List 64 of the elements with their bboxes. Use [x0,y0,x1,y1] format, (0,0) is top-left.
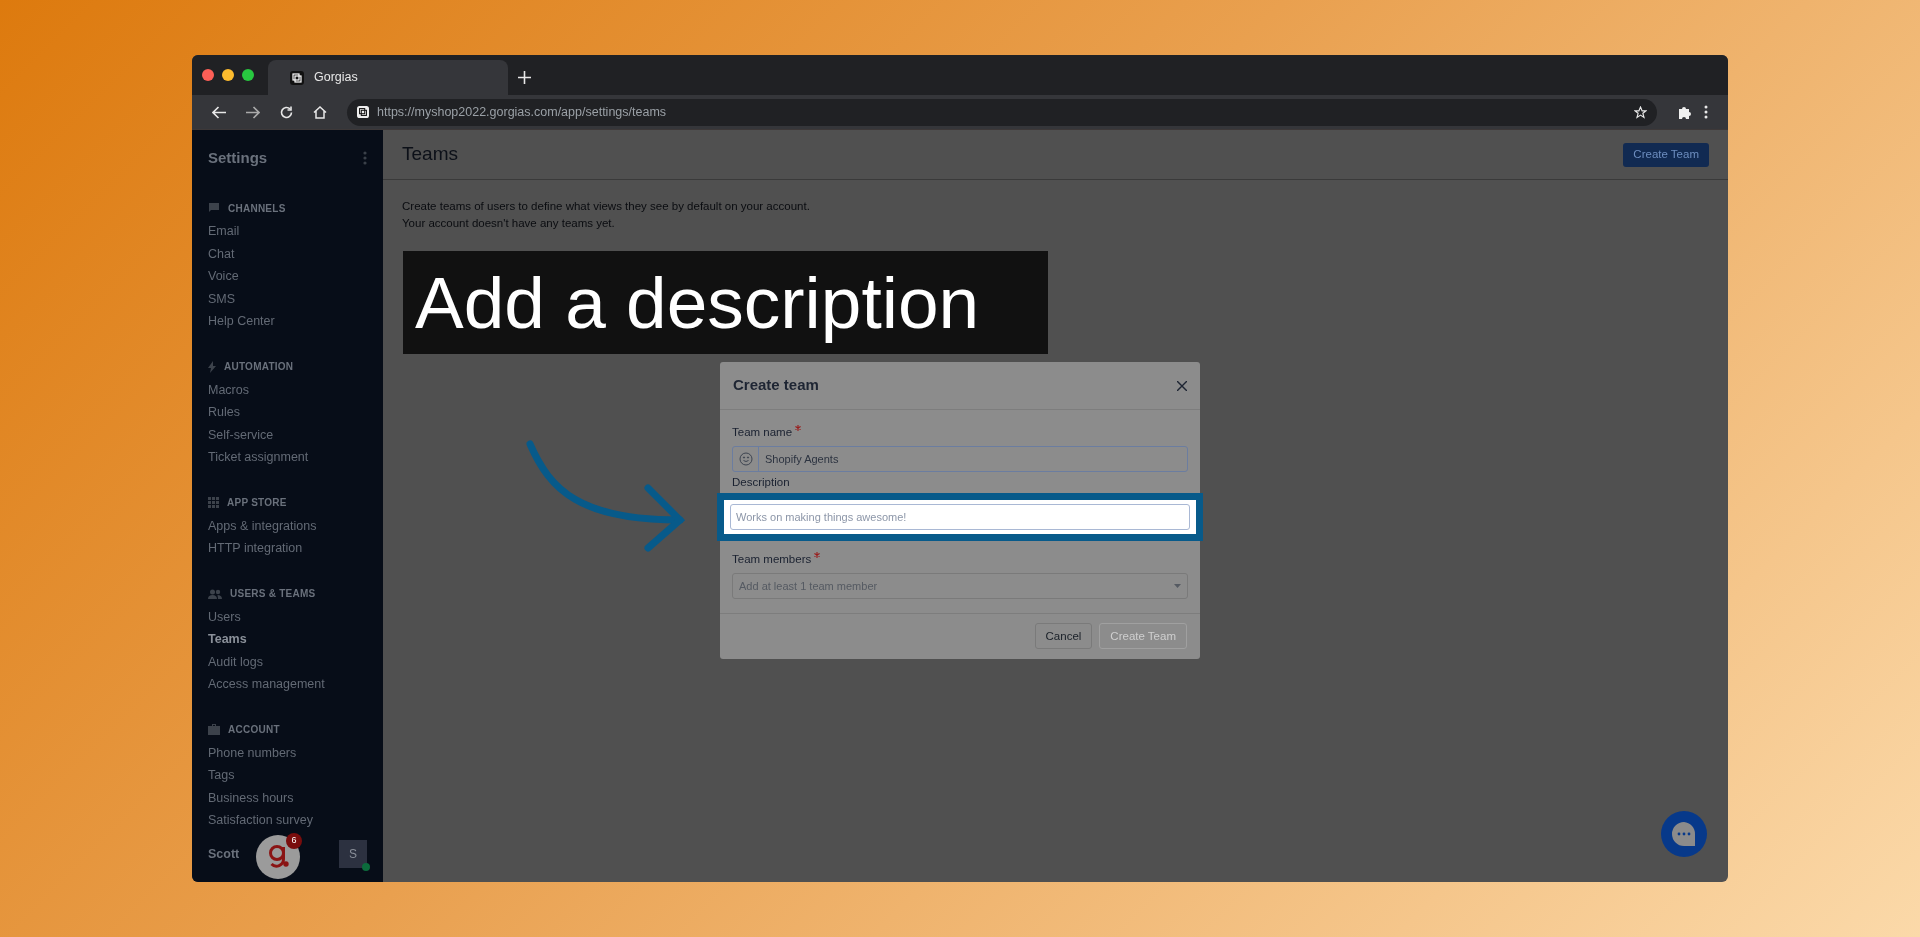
description-text: Create teams of users to define what views they see by default on your account. [402,199,811,214]
puzzle-icon[interactable] [1677,104,1692,120]
sidebar-item[interactable]: Teams [192,628,263,651]
close-icon[interactable] [1177,380,1187,391]
site-icon [357,106,369,118]
sidebar-item[interactable]: Help Center [192,310,291,333]
create-team-button[interactable]: Create Team [1623,142,1709,167]
sidebar-item[interactable]: Access management [192,673,341,696]
browser-tab[interactable]: Gorgias [268,60,508,95]
forward-icon[interactable] [246,105,260,119]
sidebar-item[interactable]: Audit logs [192,650,279,673]
sidebar-item[interactable]: Business hours [192,786,310,809]
more-icon[interactable] [1704,105,1708,119]
briefcase-icon [208,724,220,735]
sidebar-item[interactable]: Apps & integrations [192,514,333,537]
home-icon[interactable] [313,105,327,119]
sidebar-item[interactable]: Rules [192,401,256,424]
section-heading: USERS & TEAMS [230,587,316,601]
section-heading: ACCOUNT [228,723,280,737]
chat-icon [208,202,220,214]
user-avatar[interactable]: S [339,840,367,868]
url-text: https://myshop2022.gorgias.com/app/settings/teams [377,103,668,121]
people-icon [208,588,222,599]
sidebar-item[interactable]: SMS [192,287,252,310]
notification-badge: 6 [286,833,302,849]
section-heading: AUTOMATION [224,360,294,374]
sidebar-item[interactable]: Self-service [192,423,290,446]
field-label: Team name [732,425,793,440]
sidebar-item[interactable]: Macros [192,378,265,401]
cancel-button[interactable]: Cancel [1034,623,1093,650]
star-icon[interactable] [1634,105,1647,119]
sidebar-item[interactable]: Tags [192,764,251,787]
page-icon [290,70,304,85]
field-label: Description [732,475,790,491]
grid-icon [208,497,219,508]
description-text: Your account doesn't have any teams yet. [402,216,616,231]
text-field[interactable]: Shopify Agents [732,446,1188,473]
sidebar-item[interactable]: Chat [192,242,251,265]
sidebar-item[interactable]: HTTP integration [192,537,319,560]
sidebar-item[interactable]: Ticket assignment [192,446,325,469]
g-logo-icon [267,844,289,870]
sidebar-item[interactable]: Phone numbers [192,741,313,764]
back-icon[interactable] [212,105,226,119]
caption-banner: Add a description [403,251,1048,354]
modal-title: Create team [733,375,819,396]
section-heading: CHANNELS [228,201,286,216]
sidebar-item[interactable]: Users [192,605,257,628]
new-tab-icon[interactable] [518,71,531,84]
lightning-icon [208,360,216,373]
sidebar-item[interactable]: Voice [192,265,255,288]
user-name: Scott [208,845,240,863]
chat-icon [1671,821,1697,847]
reload-icon[interactable] [280,105,293,119]
address-bar[interactable]: https://myshop2022.gorgias.com/app/settings/teams [347,98,1657,126]
caret-icon [1174,583,1181,588]
page-title: Teams [402,142,458,167]
field-value: Shopify Agents [764,452,840,468]
section-heading: APP STORE [227,496,287,510]
sidebar-item[interactable]: Satisfaction survey [192,809,329,832]
field-label: Team members [732,551,812,567]
smiley-icon [738,452,753,467]
sidebar-item[interactable]: Email [192,220,256,243]
input-field[interactable]: Works on making things awesome! [730,503,1190,530]
sidebar-title: Settings [208,147,268,168]
